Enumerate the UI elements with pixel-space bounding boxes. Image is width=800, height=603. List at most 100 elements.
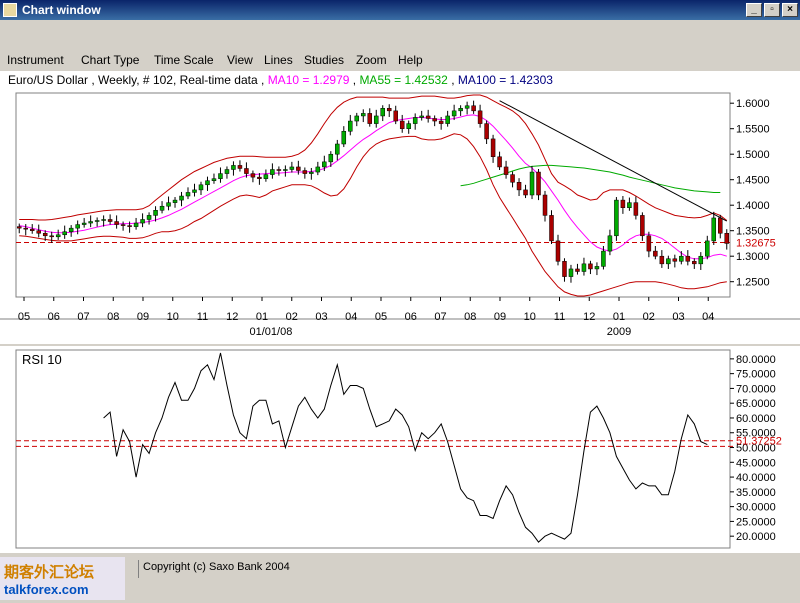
x-tick-label: 02: [286, 311, 298, 323]
x-tick-label: 05: [18, 311, 30, 323]
candle-body: [685, 255, 691, 262]
candle-body: [127, 225, 132, 227]
candle-body: [250, 173, 256, 178]
candle-body: [451, 110, 457, 117]
y-tick-label: 1.5000: [736, 149, 770, 161]
candle-body: [114, 221, 119, 225]
x-tick-label: 01: [256, 311, 268, 323]
copyright-text: Copyright (c) Saxo Bank 2004: [143, 561, 290, 573]
trendline: [499, 100, 727, 222]
rsi-y-tick-label: 70.0000: [736, 383, 776, 395]
close-button[interactable]: ×: [782, 3, 798, 17]
rsi-y-tick-label: 65.0000: [736, 398, 776, 410]
candle-body: [724, 233, 730, 244]
rsi-y-tick-label: 35.0000: [736, 487, 776, 499]
ma100-readout: MA100 = 1.42303: [457, 73, 553, 87]
candle-body: [146, 215, 152, 220]
candle-body: [23, 227, 28, 230]
candle-body: [29, 228, 35, 231]
menu-studies[interactable]: Studies: [299, 50, 349, 70]
menu-zoom[interactable]: Zoom: [351, 50, 392, 70]
x-tick-label: 12: [226, 311, 238, 323]
x-tick-label: 04: [702, 311, 714, 323]
candle-body: [341, 131, 347, 145]
candle-body: [464, 105, 470, 109]
candle-body: [315, 166, 321, 173]
candle-body: [588, 263, 593, 270]
x-tick-label: 08: [464, 311, 476, 323]
candle-body: [432, 118, 437, 122]
menu-chart-type[interactable]: Chart Type: [76, 50, 144, 70]
menu-lines[interactable]: Lines: [259, 50, 298, 70]
y-tick-label: 1.3500: [736, 226, 770, 238]
candle-body: [159, 205, 165, 211]
rsi-y-tick-label: 30.0000: [736, 502, 776, 514]
candle-body: [263, 174, 269, 179]
menu-instrument[interactable]: Instrument: [2, 50, 69, 70]
candle-body: [490, 138, 496, 158]
x-tick-label: 03: [315, 311, 327, 323]
candle-body: [211, 178, 217, 181]
price-chart[interactable]: 1.6000 1.5500 1.5000 1.4500 1.4000 1.3500 1.30…: [0, 89, 800, 344]
candle-body: [179, 195, 184, 201]
candle-body: [692, 261, 697, 265]
candle-body: [120, 224, 126, 226]
window-title: Chart window: [22, 3, 101, 17]
candle-body: [679, 255, 684, 262]
candle-body: [406, 123, 411, 129]
rsi-chart[interactable]: RSI 10 80.0000 75.0000 70.0000 65.0000 60.000…: [0, 346, 800, 553]
candle-body: [367, 113, 373, 124]
x-tick-label: 07: [77, 311, 89, 323]
candle-body: [653, 250, 658, 257]
candle-body: [348, 120, 353, 132]
candle-body: [445, 115, 450, 124]
candle-body: [484, 123, 489, 140]
ma55-readout: MA55 = 1.42532: [359, 73, 448, 87]
minimize-button[interactable]: _: [746, 3, 762, 17]
rsi-chart-panel[interactable]: RSI 10 80.0000 75.0000 70.0000 65.0000 60.000…: [0, 346, 800, 553]
candle-body: [192, 189, 197, 193]
x-year-label: 2009: [607, 326, 631, 338]
candle-body: [555, 240, 561, 262]
candle-body: [575, 268, 580, 272]
menu-view[interactable]: View: [222, 50, 258, 70]
candle-body: [166, 202, 171, 207]
candle-body: [666, 258, 671, 265]
candle-body: [601, 250, 606, 267]
candle-body: [257, 176, 262, 179]
candle-body: [107, 219, 113, 222]
bollinger-lower-line: [19, 133, 727, 297]
rsi-y-tick-label: 75.0000: [736, 369, 776, 381]
candle-body: [133, 222, 139, 227]
rsi-title: RSI 10: [22, 352, 62, 367]
candle-body: [55, 234, 61, 238]
maximize-button[interactable]: ▫: [764, 3, 780, 17]
candle-body: [101, 219, 106, 221]
candle-body: [438, 120, 444, 124]
candle-body: [614, 199, 619, 237]
y-tick-label: 1.2500: [736, 277, 770, 289]
candle-body: [140, 219, 145, 224]
candle-body: [705, 240, 710, 257]
menu-bar: Instrument Chart Type Time Scale View Li…: [0, 50, 800, 70]
menu-time-scale[interactable]: Time Scale: [149, 50, 219, 70]
x-tick-label: 02: [643, 311, 655, 323]
candle-body: [81, 222, 87, 225]
candle-body: [42, 233, 48, 237]
candle-body: [529, 171, 535, 196]
candle-body: [536, 171, 541, 196]
candle-body: [276, 169, 282, 171]
candle-body: [88, 221, 93, 224]
y-tick-label: 1.4000: [736, 200, 770, 212]
candle-body: [172, 199, 178, 203]
candle-body: [659, 255, 665, 265]
candle-body: [302, 170, 308, 174]
price-chart-panel[interactable]: 1.6000 1.5500 1.5000 1.4500 1.4000 1.3500 1.30…: [0, 89, 800, 344]
menu-help[interactable]: Help: [393, 50, 428, 70]
candle-body: [283, 169, 288, 171]
candle-body: [322, 161, 327, 168]
candle-body: [627, 202, 632, 209]
app-icon: [3, 3, 17, 17]
candle-body: [231, 165, 236, 170]
rsi-y-tick-label: 25.0000: [736, 516, 776, 528]
